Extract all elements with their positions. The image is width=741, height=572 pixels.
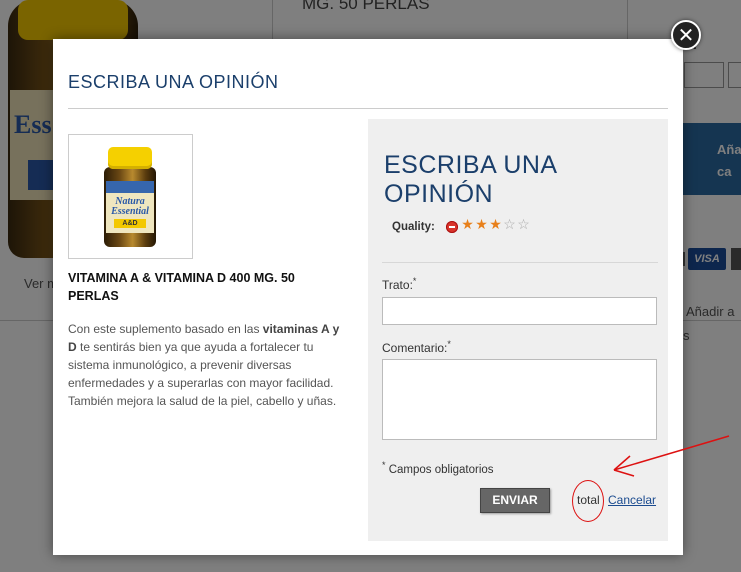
review-modal: ESCRIBA UNA OPINIÓN Natura Essential A&D…: [53, 39, 683, 555]
product-name: VITAMINA A & VITAMINA D 400 MG. 50 PERLA…: [68, 271, 295, 303]
star-icon[interactable]: ★: [474, 216, 488, 233]
supplement-bottle-image: Natura Essential A&D: [104, 147, 156, 247]
close-icon[interactable]: ✕: [671, 20, 701, 50]
quality-label: Quality:: [392, 221, 435, 233]
trato-label: Trato:*: [382, 276, 417, 292]
annotation-arrow-icon: [613, 435, 730, 477]
modal-title: ESCRIBA UNA OPINIÓN: [68, 72, 279, 92]
description-text: Con este suplemento basado en las: [68, 322, 263, 336]
divider: [68, 108, 668, 109]
divider: [382, 262, 658, 263]
form-title: ESCRIBA UNA OPINIÓN: [384, 151, 557, 208]
star-icon[interactable]: ☆: [502, 216, 516, 233]
product-image: Natura Essential A&D: [68, 134, 193, 259]
trato-input[interactable]: [382, 297, 657, 325]
star-icon[interactable]: ☆: [516, 216, 530, 233]
required-fields-note: * Campos obligatorios: [382, 460, 494, 476]
cancel-link[interactable]: Cancelar: [608, 493, 656, 507]
cancel-rating-icon[interactable]: [446, 221, 458, 233]
rating-stars: ★ ★ ★ ☆ ☆: [460, 216, 530, 233]
star-icon[interactable]: ★: [488, 216, 502, 233]
description-text: te sentirás bien ya que ayuda a fortalec…: [68, 340, 337, 408]
comment-label: Comentario:*: [382, 339, 451, 355]
product-image-variant: A&D: [114, 219, 146, 228]
product-description: Con este suplemento basado en las vitami…: [68, 320, 350, 410]
star-icon[interactable]: ★: [460, 216, 474, 233]
submit-button[interactable]: ENVIAR: [480, 488, 550, 513]
product-image-brand: Natura Essential: [111, 196, 149, 217]
